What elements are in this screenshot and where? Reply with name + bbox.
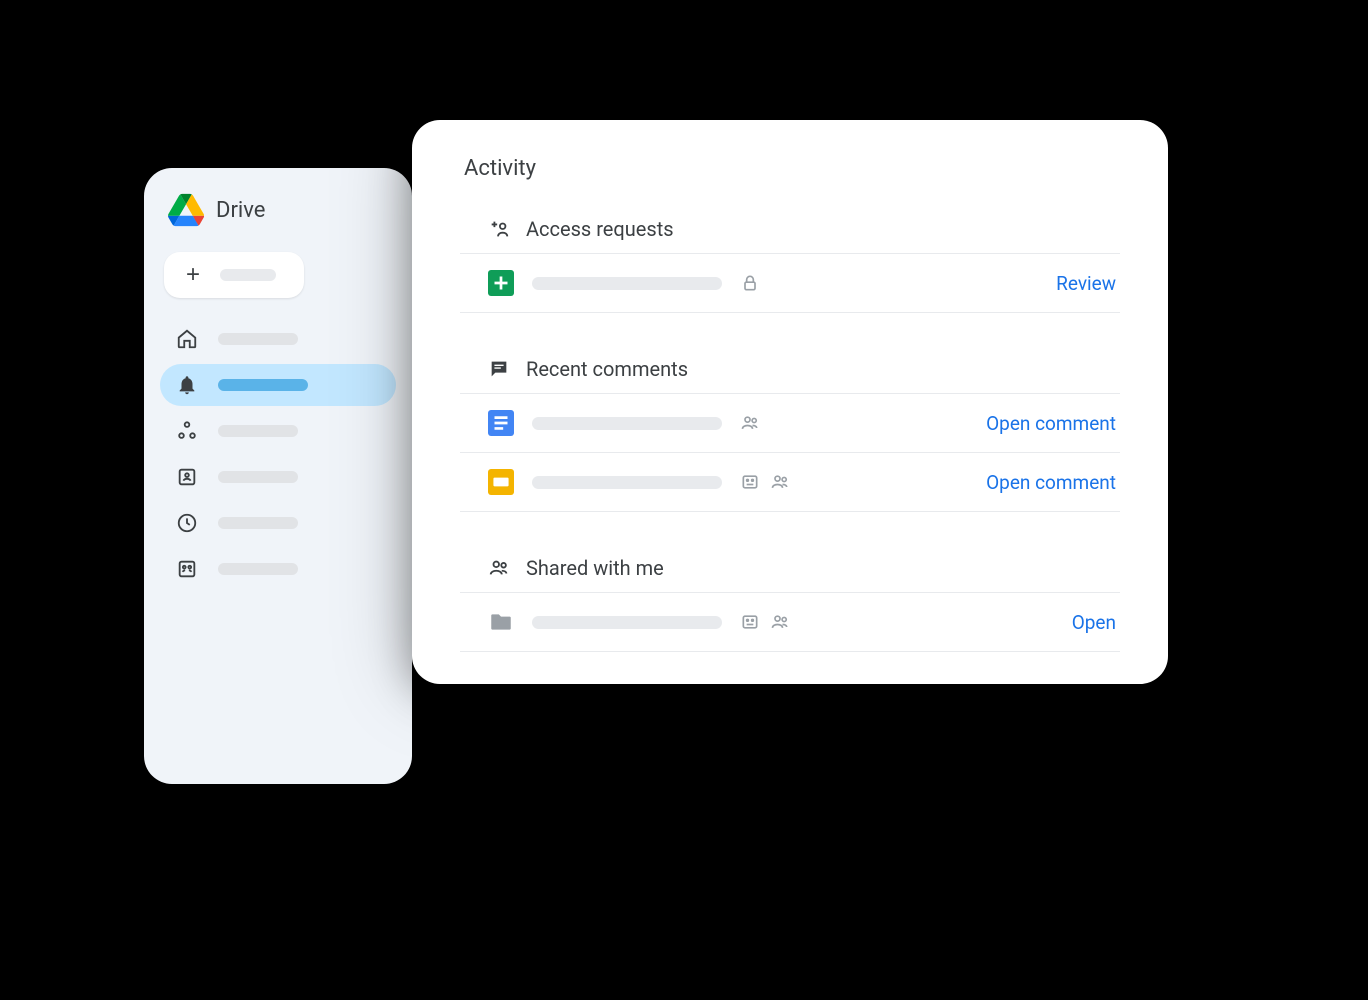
- sidebar-item-home[interactable]: [160, 318, 396, 360]
- activity-row[interactable]: Open: [460, 593, 1120, 652]
- open-link[interactable]: Open: [1072, 611, 1120, 634]
- section-shared-with-me: Shared with me Open: [460, 548, 1120, 652]
- storage-icon: [176, 466, 198, 488]
- panel-title: Activity: [464, 156, 1120, 181]
- file-name-placeholder: [532, 417, 722, 430]
- sidebar-item-label: [218, 563, 298, 575]
- sidebar-header: Drive: [160, 192, 396, 228]
- sheets-file-icon: [488, 270, 514, 296]
- drive-logo-icon: [168, 192, 204, 228]
- sidebar-item-shared[interactable]: [160, 410, 396, 452]
- section-title: Access requests: [526, 217, 674, 241]
- activity-row[interactable]: Review: [460, 254, 1120, 313]
- file-name-placeholder: [532, 616, 722, 629]
- slides-file-icon: [488, 469, 514, 495]
- meta-icons: [740, 472, 790, 492]
- people-icon: [770, 472, 790, 492]
- home-icon: [176, 328, 198, 350]
- section-header: Shared with me: [460, 548, 1120, 593]
- bell-icon: [176, 374, 198, 396]
- meta-icons: [740, 413, 760, 433]
- activity-panel: Activity Access requests Review Recent c…: [412, 120, 1168, 684]
- sidebar-item-activity[interactable]: [160, 364, 396, 406]
- open-comment-link[interactable]: Open comment: [986, 412, 1120, 435]
- sidebar-item-label: [218, 425, 298, 437]
- people-icon: [488, 557, 510, 579]
- nodes-icon: [176, 420, 198, 442]
- lock-icon: [740, 273, 760, 293]
- activity-row[interactable]: Open comment: [460, 394, 1120, 453]
- sidebar-item-label: [218, 333, 298, 345]
- contacts-icon: [176, 558, 198, 580]
- people-icon: [770, 612, 790, 632]
- sidebar-item-contacts[interactable]: [160, 548, 396, 590]
- review-link[interactable]: Review: [1056, 272, 1120, 295]
- section-title: Recent comments: [526, 357, 688, 381]
- section-access-requests: Access requests Review: [460, 209, 1120, 313]
- drive-title: Drive: [216, 198, 265, 223]
- clock-icon: [176, 512, 198, 534]
- meta-icons: [740, 612, 790, 632]
- sidebar-item-recent[interactable]: [160, 502, 396, 544]
- plus-icon: +: [186, 268, 200, 282]
- file-name-placeholder: [532, 277, 722, 290]
- file-name-placeholder: [532, 476, 722, 489]
- section-header: Access requests: [460, 209, 1120, 254]
- sidebar-item-label: [218, 517, 298, 529]
- folder-icon: [488, 609, 514, 635]
- drive-sidebar: Drive +: [144, 168, 412, 784]
- open-comment-link[interactable]: Open comment: [986, 471, 1120, 494]
- new-button[interactable]: +: [164, 252, 304, 298]
- card-icon: [740, 612, 760, 632]
- meta-icons: [740, 273, 760, 293]
- comment-icon: [488, 358, 510, 380]
- sidebar-item-label: [218, 471, 298, 483]
- card-icon: [740, 472, 760, 492]
- section-recent-comments: Recent comments Open comment Open comme: [460, 349, 1120, 512]
- activity-row[interactable]: Open comment: [460, 453, 1120, 512]
- docs-file-icon: [488, 410, 514, 436]
- person-add-icon: [488, 218, 510, 240]
- new-button-label: [220, 269, 276, 281]
- people-icon: [740, 413, 760, 433]
- sidebar-item-label: [218, 379, 308, 391]
- section-header: Recent comments: [460, 349, 1120, 394]
- sidebar-item-storage[interactable]: [160, 456, 396, 498]
- section-title: Shared with me: [526, 556, 664, 580]
